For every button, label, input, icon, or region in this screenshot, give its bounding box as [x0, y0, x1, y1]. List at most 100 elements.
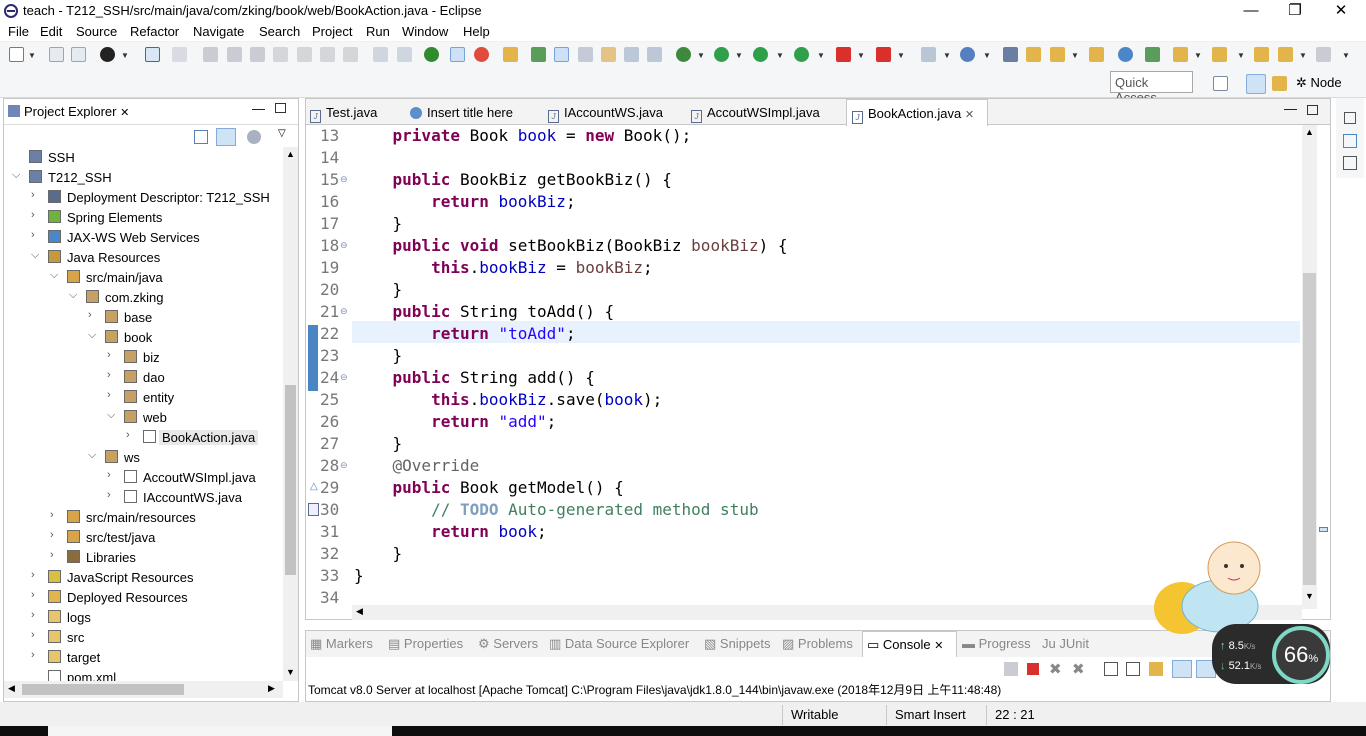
chevron-down-icon[interactable]: ⌵ — [88, 449, 96, 462]
code-line[interactable]: } — [354, 543, 403, 565]
dropdown-arrow-icon[interactable]: ▼ — [1342, 51, 1350, 60]
annotation-icon[interactable] — [578, 47, 593, 62]
tab-servers[interactable]: ⚙ Servers — [478, 636, 538, 652]
show-whitespace-icon[interactable] — [624, 47, 639, 62]
run-icon[interactable] — [714, 47, 729, 62]
step-return-icon[interactable] — [343, 47, 358, 62]
debug-icon[interactable] — [676, 47, 691, 62]
editor-vertical-scrollbar[interactable]: ▲ ▼ — [1302, 125, 1317, 609]
scroll-lock-icon[interactable] — [1104, 662, 1118, 676]
scroll-up-icon[interactable]: ▲ — [1305, 127, 1314, 137]
tree-item[interactable]: › src/main/resources — [4, 507, 282, 527]
code-line[interactable]: @Override — [354, 455, 480, 477]
menu-run[interactable]: Run — [366, 24, 390, 39]
tree-item[interactable]: › JAX-WS Web Services — [4, 227, 282, 247]
dropdown-arrow-icon[interactable]: ▼ — [735, 51, 743, 60]
code-area[interactable]: private Book book = new Book(); public B… — [306, 125, 1302, 605]
dropdown-arrow-icon[interactable]: ▼ — [1299, 51, 1307, 60]
dropdown-arrow-icon[interactable]: ▼ — [776, 51, 784, 60]
tree-item[interactable]: › base — [4, 307, 282, 327]
tree-item[interactable]: ⌵ ws — [4, 447, 282, 467]
tab-insert-title-here[interactable]: Insert title here — [410, 99, 513, 125]
chevron-right-icon[interactable]: › — [126, 429, 130, 441]
globe-icon[interactable] — [1118, 47, 1133, 62]
code-line[interactable]: public String add() { — [354, 367, 595, 389]
open-project-icon[interactable] — [1003, 47, 1018, 62]
chevron-right-icon[interactable]: › — [50, 529, 54, 541]
chevron-right-icon[interactable]: › — [31, 589, 35, 601]
highlight-icon[interactable] — [554, 47, 569, 62]
tree-item[interactable]: › biz — [4, 347, 282, 367]
scroll-up-icon[interactable]: ▲ — [286, 149, 295, 159]
word-wrap-icon[interactable] — [1126, 662, 1140, 676]
maximize-view-icon[interactable] — [1307, 105, 1318, 115]
project-explorer-tab[interactable]: Project Explorer ✕ — [8, 104, 129, 119]
dropdown-arrow-icon[interactable]: ▼ — [817, 51, 825, 60]
chevron-right-icon[interactable]: › — [50, 509, 54, 521]
scroll-left-icon[interactable]: ◀ — [8, 683, 15, 694]
menu-search[interactable]: Search — [259, 24, 300, 39]
restore-icon[interactable] — [1344, 112, 1356, 124]
java-ee-perspective-icon[interactable] — [1246, 74, 1266, 94]
dropdown-arrow-icon[interactable]: ▼ — [897, 51, 905, 60]
code-line[interactable]: return book; — [354, 521, 547, 543]
chevron-right-icon[interactable]: › — [50, 549, 54, 561]
tab-iaccountws-java[interactable]: J IAccountWS.java — [548, 99, 663, 125]
code-line[interactable]: } — [354, 345, 403, 367]
chevron-right-icon[interactable]: › — [107, 389, 111, 401]
remove-all-icon[interactable]: ✖ — [1072, 660, 1085, 678]
code-line[interactable]: } — [354, 213, 403, 235]
code-line[interactable]: return "toAdd"; — [354, 323, 576, 345]
resume-icon[interactable] — [203, 47, 218, 62]
chevron-right-icon[interactable]: › — [107, 369, 111, 381]
chevron-right-icon[interactable]: › — [31, 629, 35, 641]
save-all-icon[interactable] — [71, 47, 86, 62]
code-line[interactable]: return "add"; — [354, 411, 556, 433]
tab-problems[interactable]: ▨ Problems — [782, 636, 853, 652]
tab-accoutwsimpl-java[interactable]: J AccoutWSImpl.java — [691, 99, 820, 125]
tree-item[interactable]: ⌵ Java Resources — [4, 247, 282, 267]
code-line[interactable]: this.bookBiz.save(book); — [354, 389, 662, 411]
memory-usage-gauge[interactable]: 66% — [1272, 626, 1330, 684]
explorer-vertical-scrollbar[interactable]: ▲ ▼ — [283, 147, 298, 681]
run-last-tool-icon[interactable] — [753, 47, 768, 62]
code-line[interactable]: this.bookBiz = bookBiz; — [354, 257, 653, 279]
dropdown-arrow-icon[interactable]: ▼ — [121, 51, 129, 60]
tree-item[interactable]: pom.xml — [4, 667, 282, 681]
terminal-icon[interactable] — [145, 47, 160, 62]
code-line[interactable]: public String toAdd() { — [354, 301, 615, 323]
code-line[interactable]: } — [354, 433, 403, 455]
minimize-button[interactable]: — — [1228, 0, 1274, 22]
open-folder-icon[interactable] — [1026, 47, 1041, 62]
stop-server-icon[interactable] — [836, 47, 851, 62]
dropdown-arrow-icon[interactable]: ▼ — [1071, 51, 1079, 60]
maximize-view-icon[interactable] — [275, 103, 286, 113]
code-line[interactable]: public BookBiz getBookBiz() { — [354, 169, 672, 191]
search-icon[interactable] — [1145, 47, 1160, 62]
ant-run-icon[interactable] — [424, 47, 439, 62]
chevron-right-icon[interactable]: › — [31, 609, 35, 621]
open-type-icon[interactable] — [503, 47, 518, 62]
refresh-icon[interactable] — [474, 47, 489, 62]
tree-item[interactable]: › src — [4, 627, 282, 647]
minimize-view-icon[interactable]: — — [252, 101, 265, 116]
chevron-right-icon[interactable]: › — [31, 569, 35, 581]
menu-source[interactable]: Source — [76, 24, 117, 39]
disconnect-icon[interactable] — [273, 47, 288, 62]
code-line[interactable]: } — [354, 279, 403, 301]
next-annotation-icon[interactable] — [601, 47, 616, 62]
new-server-icon[interactable] — [921, 47, 936, 62]
forward-icon[interactable] — [1316, 47, 1331, 62]
chevron-down-icon[interactable]: ⌵ — [107, 409, 115, 422]
tree-item[interactable]: › AccoutWSImpl.java — [4, 467, 282, 487]
tree-item[interactable]: › Deployed Resources — [4, 587, 282, 607]
remove-icon[interactable]: ✖ — [1049, 660, 1062, 678]
task-icon[interactable] — [1089, 47, 1104, 62]
tab-markers[interactable]: ▦ Markers — [310, 636, 373, 652]
chevron-down-icon[interactable]: ⌵ — [88, 329, 96, 342]
explorer-horizontal-scrollbar[interactable]: ◀ ▶ — [4, 681, 283, 698]
menu-project[interactable]: Project — [312, 24, 352, 39]
publish-icon[interactable] — [100, 47, 115, 62]
tree-item[interactable]: ⌵ book — [4, 327, 282, 347]
suspend-icon[interactable] — [227, 47, 242, 62]
